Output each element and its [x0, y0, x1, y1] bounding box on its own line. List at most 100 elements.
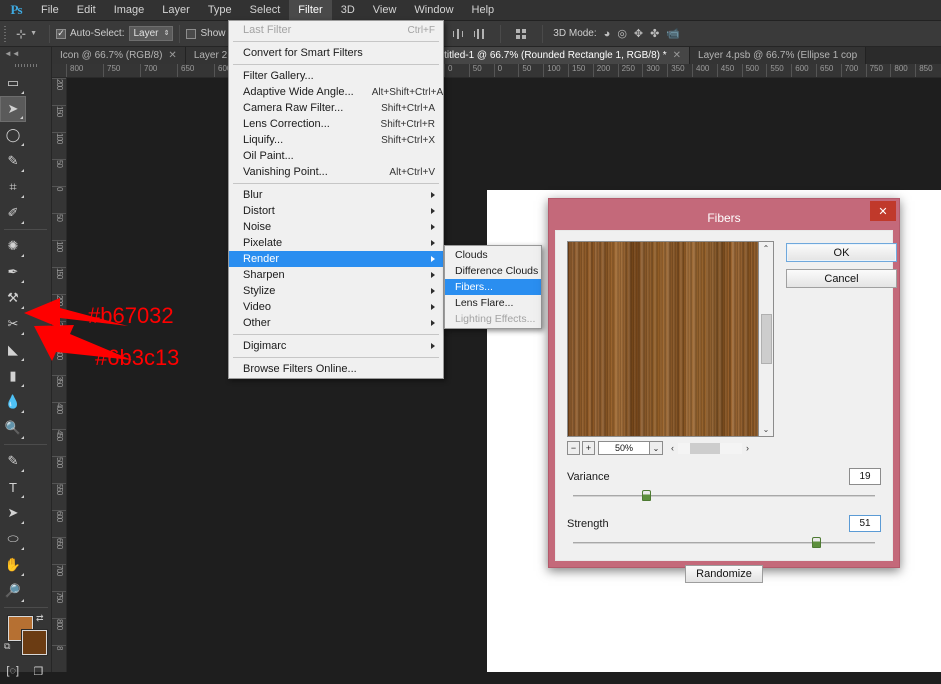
- scrollbar-thumb[interactable]: [689, 442, 720, 454]
- render-submenu-item[interactable]: Lens Flare...: [445, 295, 541, 311]
- zoom-in-button[interactable]: +: [582, 441, 595, 455]
- filter-menu-item[interactable]: Other: [229, 315, 443, 331]
- menu-window[interactable]: Window: [405, 0, 462, 21]
- filter-menu-item[interactable]: Convert for Smart Filters: [229, 45, 443, 61]
- tools-panel-grip[interactable]: [0, 60, 51, 70]
- zoom-level-value[interactable]: 50%: [598, 441, 650, 455]
- marquee-tool[interactable]: ▭: [0, 70, 26, 96]
- filter-menu-item[interactable]: Blur: [229, 187, 443, 203]
- filter-menu-item[interactable]: Adaptive Wide Angle... Alt+Shift+Ctrl+A: [229, 84, 443, 100]
- scrollbar-track[interactable]: [678, 442, 742, 454]
- filter-menu-item[interactable]: Last Filter Ctrl+F: [229, 22, 443, 38]
- swap-colors-icon[interactable]: ⇄: [36, 613, 44, 624]
- filter-menu-item[interactable]: Render: [229, 251, 443, 267]
- crop-tool[interactable]: ⌗: [0, 174, 26, 200]
- filter-menu-item[interactable]: Browse Filters Online...: [229, 361, 443, 377]
- render-submenu-item[interactable]: Lighting Effects...: [445, 311, 541, 327]
- brush-tool[interactable]: ✒: [0, 259, 26, 285]
- lasso-tool[interactable]: ◯: [0, 122, 26, 148]
- path-selection-tool[interactable]: ➤: [0, 500, 26, 526]
- roll-3d-icon[interactable]: ◎: [617, 27, 627, 40]
- scrollbar-thumb[interactable]: [760, 314, 772, 364]
- menu-file[interactable]: File: [32, 0, 68, 21]
- menu-help[interactable]: Help: [463, 0, 504, 21]
- filter-menu-item[interactable]: Stylize: [229, 283, 443, 299]
- menu-edit[interactable]: Edit: [68, 0, 105, 21]
- quick-mask-tool[interactable]: [◌]: [0, 658, 26, 684]
- document-tab[interactable]: Icon @ 66.7% (RGB/8) ✕: [52, 47, 186, 64]
- filter-menu-item[interactable]: Lens Correction... Shift+Ctrl+R: [229, 116, 443, 132]
- distribute-center-icon[interactable]: [452, 28, 464, 40]
- distribute-spacing-icon[interactable]: [516, 28, 528, 40]
- filter-menu-item[interactable]: Video: [229, 299, 443, 315]
- quick-selection-tool[interactable]: ✎: [0, 148, 26, 174]
- move-tool[interactable]: ➤: [0, 96, 26, 122]
- distribute-right-icon[interactable]: [473, 28, 485, 40]
- document-tab[interactable]: Untitled-1 @ 66.7% (Rounded Rectangle 1,…: [423, 47, 691, 64]
- filter-menu-item[interactable]: Liquify... Shift+Ctrl+X: [229, 132, 443, 148]
- screen-mode-tool[interactable]: ❐: [26, 658, 52, 684]
- filter-menu-item[interactable]: Digimarc: [229, 338, 443, 354]
- eraser-tool[interactable]: ◣: [0, 337, 26, 363]
- ellipse-tool[interactable]: ⬭: [0, 526, 26, 552]
- document-tab[interactable]: Layer 4.psb @ 66.7% (Ellipse 1 cop: [690, 47, 867, 64]
- filter-menu-item[interactable]: Distort: [229, 203, 443, 219]
- filter-menu-item[interactable]: Sharpen: [229, 267, 443, 283]
- drag-3d-icon[interactable]: ✥: [634, 27, 643, 40]
- render-submenu-item[interactable]: Clouds: [445, 247, 541, 263]
- gradient-tool[interactable]: ▮: [0, 363, 26, 389]
- menu-view[interactable]: View: [364, 0, 406, 21]
- slider-knob[interactable]: [642, 490, 652, 501]
- options-bar-grip[interactable]: [0, 21, 10, 47]
- menu-select[interactable]: Select: [241, 0, 290, 21]
- spot-healing-brush-tool[interactable]: ✺: [0, 233, 26, 259]
- preview-vertical-scrollbar[interactable]: ⌃ ⌄: [759, 241, 774, 437]
- active-tool-indicator[interactable]: ⊹ ▼: [10, 27, 43, 41]
- filter-menu-item[interactable]: Vanishing Point... Alt+Ctrl+V: [229, 164, 443, 180]
- chevron-down-icon[interactable]: ⌄: [650, 441, 663, 455]
- render-submenu-item[interactable]: Difference Clouds: [445, 263, 541, 279]
- scroll-up-icon[interactable]: ⌃: [763, 242, 770, 255]
- render-submenu-item[interactable]: Fibers...: [445, 279, 541, 295]
- cancel-button[interactable]: Cancel: [786, 269, 897, 288]
- randomize-button[interactable]: Randomize: [685, 565, 763, 583]
- scroll-right-icon[interactable]: ›: [742, 443, 753, 453]
- fibers-dialog[interactable]: Fibers ✕ ⌃ ⌄ − + 50% ⌄ ‹ › OK Cancel Var…: [548, 198, 900, 583]
- menu-layer[interactable]: Layer: [153, 0, 199, 21]
- filter-menu-item[interactable]: Camera Raw Filter... Shift+Ctrl+A: [229, 100, 443, 116]
- close-tab-icon[interactable]: ✕: [673, 50, 681, 61]
- auto-select-checkbox[interactable]: ✓: [56, 28, 66, 39]
- render-submenu[interactable]: Clouds Difference Clouds Fibers... Lens Fla…: [444, 245, 542, 329]
- dodge-tool[interactable]: 🔍: [0, 415, 26, 441]
- filter-menu-item[interactable]: Noise: [229, 219, 443, 235]
- scroll-left-icon[interactable]: ‹: [667, 443, 678, 453]
- close-icon[interactable]: ✕: [870, 201, 896, 221]
- layer-scope-dropdown[interactable]: Layer ⇕: [129, 26, 174, 41]
- rotate-3d-icon[interactable]: ◕: [604, 28, 611, 40]
- eyedropper-tool[interactable]: ✐: [0, 200, 26, 226]
- strength-slider[interactable]: [573, 537, 875, 549]
- filter-menu-item[interactable]: Pixelate: [229, 235, 443, 251]
- filter-menu-dropdown[interactable]: Last Filter Ctrl+F Convert for Smart Filte…: [228, 20, 444, 379]
- menu-type[interactable]: Type: [199, 0, 241, 21]
- slide-3d-icon[interactable]: ✤: [650, 27, 659, 40]
- filter-menu-item[interactable]: Oil Paint...: [229, 148, 443, 164]
- filter-menu-item[interactable]: Filter Gallery...: [229, 68, 443, 84]
- strength-input[interactable]: 51: [849, 515, 881, 532]
- menu-filter[interactable]: Filter: [289, 0, 332, 21]
- close-tab-icon[interactable]: ✕: [168, 50, 176, 61]
- menu-image[interactable]: Image: [105, 0, 154, 21]
- collapse-panel-icon[interactable]: ◄◄: [0, 47, 51, 60]
- pen-tool[interactable]: ✎: [0, 448, 26, 474]
- zoom-out-button[interactable]: −: [567, 441, 580, 455]
- dialog-title-bar[interactable]: Fibers ✕: [555, 201, 896, 230]
- blur-tool[interactable]: 💧: [0, 389, 26, 415]
- variance-input[interactable]: 19: [849, 468, 881, 485]
- default-colors-icon[interactable]: ⧉: [4, 641, 10, 652]
- preview-horizontal-scrollbar[interactable]: ‹ ›: [667, 442, 753, 454]
- hand-tool[interactable]: ✋: [0, 552, 26, 578]
- type-tool[interactable]: T: [0, 474, 26, 500]
- scroll-down-icon[interactable]: ⌄: [763, 423, 770, 436]
- menu-3d[interactable]: 3D: [332, 0, 364, 21]
- background-swatch[interactable]: [22, 630, 47, 655]
